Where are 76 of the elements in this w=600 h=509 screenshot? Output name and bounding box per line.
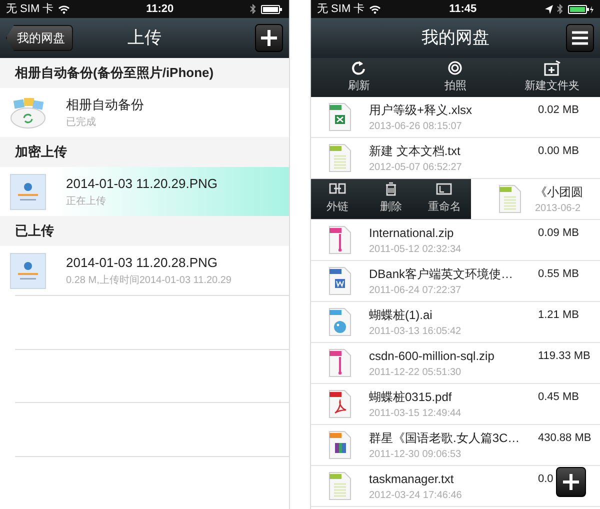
file-icon bbox=[329, 226, 351, 254]
action-button[interactable]: 删除 bbox=[364, 179, 418, 219]
file-icon bbox=[329, 390, 351, 418]
file-size: 430.88 MB bbox=[538, 432, 592, 444]
file-name: 蝴蝶桩(1).ai bbox=[369, 306, 434, 324]
file-name: csdn-600-million-sql.zip bbox=[369, 348, 496, 364]
file-date: 2011-05-12 02:32:34 bbox=[369, 242, 462, 256]
file-name: DBank客户端英文环境使… bbox=[369, 266, 514, 282]
file-size: 0.02 MB bbox=[538, 104, 579, 116]
wifi-icon bbox=[368, 4, 381, 14]
file-name: 《小团圆 bbox=[535, 184, 584, 200]
carrier-text: 无 SIM 卡 bbox=[317, 2, 365, 17]
file-size: 0.55 MB bbox=[538, 268, 579, 280]
camera-icon bbox=[446, 60, 464, 76]
file-date: 2012-03-24 17:46:46 bbox=[369, 488, 463, 502]
file-icon bbox=[329, 103, 351, 131]
plus-icon bbox=[562, 473, 580, 491]
file-icon bbox=[329, 431, 351, 459]
add-button[interactable] bbox=[556, 467, 586, 497]
file-icon bbox=[329, 144, 351, 172]
file-date: 2013-06-26 08:15:07 bbox=[369, 120, 463, 134]
file-name: taskmanager.txt bbox=[369, 470, 455, 488]
file-size: 1.21 MB bbox=[538, 309, 579, 321]
screenshot-thumbnail bbox=[10, 174, 46, 210]
upload-status: 0.28 M,上传时间2014-01-03 11.20.29 bbox=[66, 274, 232, 288]
file-size: 119.33 MB bbox=[538, 350, 590, 362]
upload-status: 正在上传 bbox=[66, 194, 107, 209]
plus-icon bbox=[260, 29, 278, 47]
folder-plus-icon bbox=[542, 60, 561, 76]
file-date: 2012-05-07 06:52:27 bbox=[369, 160, 463, 174]
file-name: 新建 文本文档.txt bbox=[369, 142, 462, 160]
screenshot-thumbnail bbox=[10, 252, 46, 289]
file-date: 2011-03-15 12:49:44 bbox=[369, 406, 462, 420]
file-name: 2014-01-03 11.20.29.PNG bbox=[66, 175, 218, 194]
upload-status: 已完成 bbox=[66, 116, 97, 130]
file-date: 2011-12-22 05:51:30 bbox=[369, 366, 462, 380]
bluetooth-icon bbox=[557, 4, 563, 14]
action-button[interactable]: 重命名 bbox=[418, 179, 471, 219]
wifi-icon bbox=[58, 4, 70, 14]
toolbar-button[interactable]: 拍照 bbox=[407, 58, 504, 97]
file-date: 2013-06-2 bbox=[535, 202, 582, 216]
file-size: 0.0 bbox=[538, 473, 554, 485]
file-name: 蝴蝶桩0315.pdf bbox=[369, 388, 453, 406]
file-name: 群星《国语老歌.女人篇3C… bbox=[369, 430, 521, 446]
section-header: 加密上传 bbox=[0, 137, 289, 167]
file-size: 0.00 MB bbox=[538, 145, 579, 157]
toolbar-button[interactable]: 新建文件夹 bbox=[504, 58, 600, 97]
back-button[interactable]: 我的网盘 bbox=[6, 25, 73, 51]
file-icon bbox=[329, 267, 351, 295]
section-header: 已上传 bbox=[0, 216, 289, 246]
file-size: 0.09 MB bbox=[538, 227, 579, 239]
file-name: 相册自动备份 bbox=[66, 96, 144, 114]
menu-button[interactable] bbox=[566, 24, 594, 52]
upload-row[interactable]: 2014-01-03 11.20.29.PNG 正在上传 bbox=[0, 166, 289, 216]
add-button[interactable] bbox=[255, 24, 283, 52]
file-size: 0.45 MB bbox=[538, 391, 579, 403]
file-icon bbox=[329, 472, 351, 500]
file-name: 用户等级+释义.xlsx bbox=[369, 102, 474, 118]
action-button[interactable]: 外链 bbox=[311, 179, 364, 219]
file-icon bbox=[499, 185, 521, 213]
section-header: 相册自动备份(备份至照片/iPhone) bbox=[0, 58, 289, 88]
file-date: 2011-03-13 16:05:42 bbox=[369, 324, 462, 338]
bluetooth-icon bbox=[250, 4, 256, 14]
file-icon bbox=[329, 308, 351, 336]
file-name: 2014-01-03 11.20.28.PNG bbox=[66, 254, 219, 272]
carrier-text: 无 SIM 卡 bbox=[6, 2, 54, 17]
toolbar-button[interactable]: 刷新 bbox=[311, 58, 408, 97]
clock-text: 11:20 bbox=[146, 2, 174, 17]
file-date: 2011-06-24 07:22:37 bbox=[369, 284, 462, 298]
clock-text: 11:45 bbox=[449, 2, 477, 17]
file-date: 2011-12-30 09:06:53 bbox=[369, 448, 462, 462]
screen-title: 我的网盘 bbox=[422, 27, 490, 50]
file-icon bbox=[329, 349, 351, 377]
screen-title: 上传 bbox=[128, 27, 162, 50]
menu-icon bbox=[571, 30, 589, 46]
file-name: International.zip bbox=[369, 224, 455, 242]
